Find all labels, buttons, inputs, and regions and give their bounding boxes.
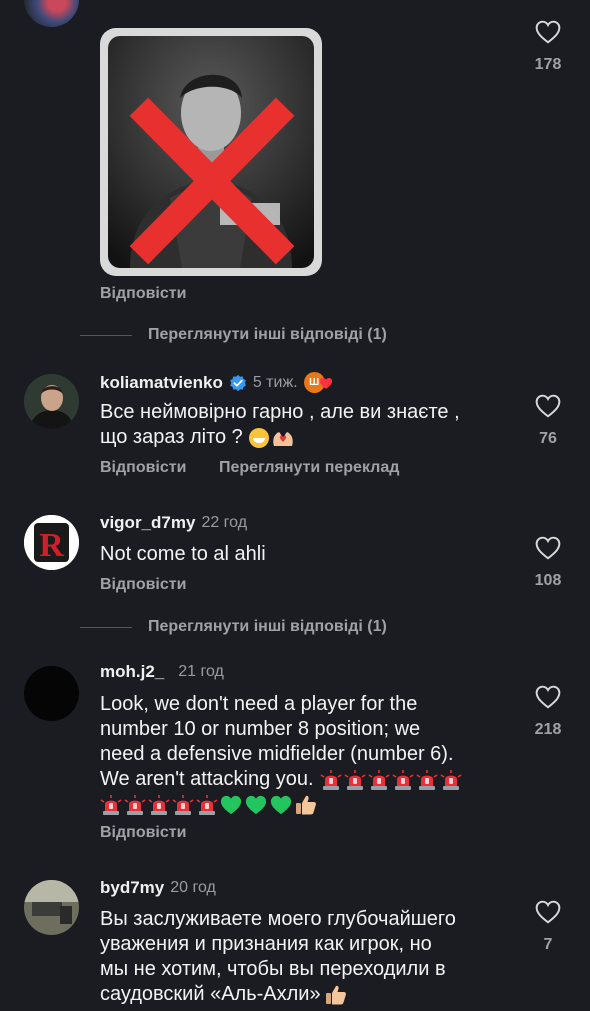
like-button-moh[interactable]: 218 (528, 685, 568, 739)
police-light-emoji (196, 794, 218, 816)
police-light-emoji (148, 794, 170, 816)
verified-badge-icon (229, 374, 246, 392)
timestamp: 22 год (201, 514, 248, 531)
divider-line (80, 626, 132, 628)
like-count: 7 (543, 936, 553, 953)
avatar-byd7my[interactable] (24, 880, 79, 935)
divider-line (80, 334, 132, 336)
comment-text: Все неймовірно гарно , але ви знаєте , щ… (100, 401, 460, 448)
heart-icon (535, 394, 561, 418)
green-heart-emoji (245, 794, 267, 816)
avatar-top[interactable] (24, 0, 79, 27)
like-button-top[interactable]: 178 (528, 20, 568, 74)
view-more-replies[interactable]: Переглянути інші відповіді (1) (80, 326, 387, 344)
avatar-photo (24, 880, 79, 935)
emoji-row (100, 792, 520, 817)
police-light-emoji (100, 794, 122, 816)
like-count: 218 (534, 721, 562, 738)
timestamp: 21 год (178, 663, 224, 680)
like-count: 108 (534, 572, 562, 589)
avatar-moh[interactable] (24, 666, 79, 721)
avatar-logo: R (24, 515, 79, 570)
username[interactable]: vigor_d7my (100, 513, 195, 533)
timestamp: 20 год (170, 879, 216, 896)
comment-meta: koliamatvienko 5 тиж. Ш (100, 372, 334, 394)
comment-text: Look, we don't need a player for the num… (100, 692, 520, 817)
police-light-emoji (172, 794, 194, 816)
green-heart-emoji (270, 794, 292, 816)
heart-icon (535, 685, 561, 709)
police-light-emoji-group (320, 769, 464, 791)
thumbs-up-emoji-holder (325, 984, 347, 1006)
police-light-emoji (368, 769, 390, 791)
heart-icon (535, 900, 561, 924)
comment-text: Not come to al ahli (100, 543, 266, 565)
avatar-vigor_d7my[interactable]: R (24, 515, 79, 570)
like-button-byd[interactable]: 7 (528, 900, 568, 954)
heart-icon (535, 20, 561, 44)
see-translation-button[interactable]: Переглянути переклад (219, 459, 399, 477)
player-photo-crossed (108, 36, 314, 268)
thumbs-up-emoji (295, 794, 317, 816)
grin-emoji (248, 427, 269, 448)
police-light-emoji (392, 769, 414, 791)
username[interactable]: byd7my (100, 878, 164, 898)
view-more-replies[interactable]: Переглянути інші відповіді (1) (80, 618, 387, 636)
username[interactable]: koliamatvienko (100, 373, 223, 393)
police-light-emoji (124, 794, 146, 816)
like-count: 178 (534, 56, 562, 73)
avatar-koliamatvienko[interactable] (24, 374, 79, 429)
reply-button[interactable]: Відповісти (100, 459, 186, 477)
thumbs-up-emoji (325, 984, 347, 1006)
green-heart-emoji (220, 794, 242, 816)
comment-meta: moh.j2_ 21 год (100, 662, 224, 682)
comment-meta: byd7my 20 год (100, 878, 216, 898)
comment-meta: vigor_d7my 22 год (100, 513, 247, 533)
timestamp: 5 тиж. (252, 374, 298, 391)
author-liked-badge: Ш (303, 372, 334, 394)
like-button-vigor[interactable]: 108 (528, 536, 568, 590)
attached-image[interactable] (100, 28, 322, 276)
comment-text: Вы заслуживаете моего глубочайшего уваже… (100, 908, 456, 1006)
reply-button[interactable]: Відповісти (100, 576, 186, 594)
reply-button[interactable]: Відповісти (100, 285, 186, 303)
police-light-emoji (416, 769, 438, 791)
svg-text:R: R (39, 527, 64, 564)
heart-hands-emoji (271, 428, 295, 448)
avatar-photo (24, 374, 79, 429)
heart-icon (535, 536, 561, 560)
reply-button[interactable]: Відповісти (100, 824, 186, 842)
police-light-emoji (440, 769, 462, 791)
like-count: 76 (539, 430, 557, 447)
like-button-koliamatvienko[interactable]: 76 (528, 394, 568, 448)
police-light-emoji (320, 769, 342, 791)
police-light-emoji (344, 769, 366, 791)
username[interactable]: moh.j2_ (100, 662, 164, 682)
